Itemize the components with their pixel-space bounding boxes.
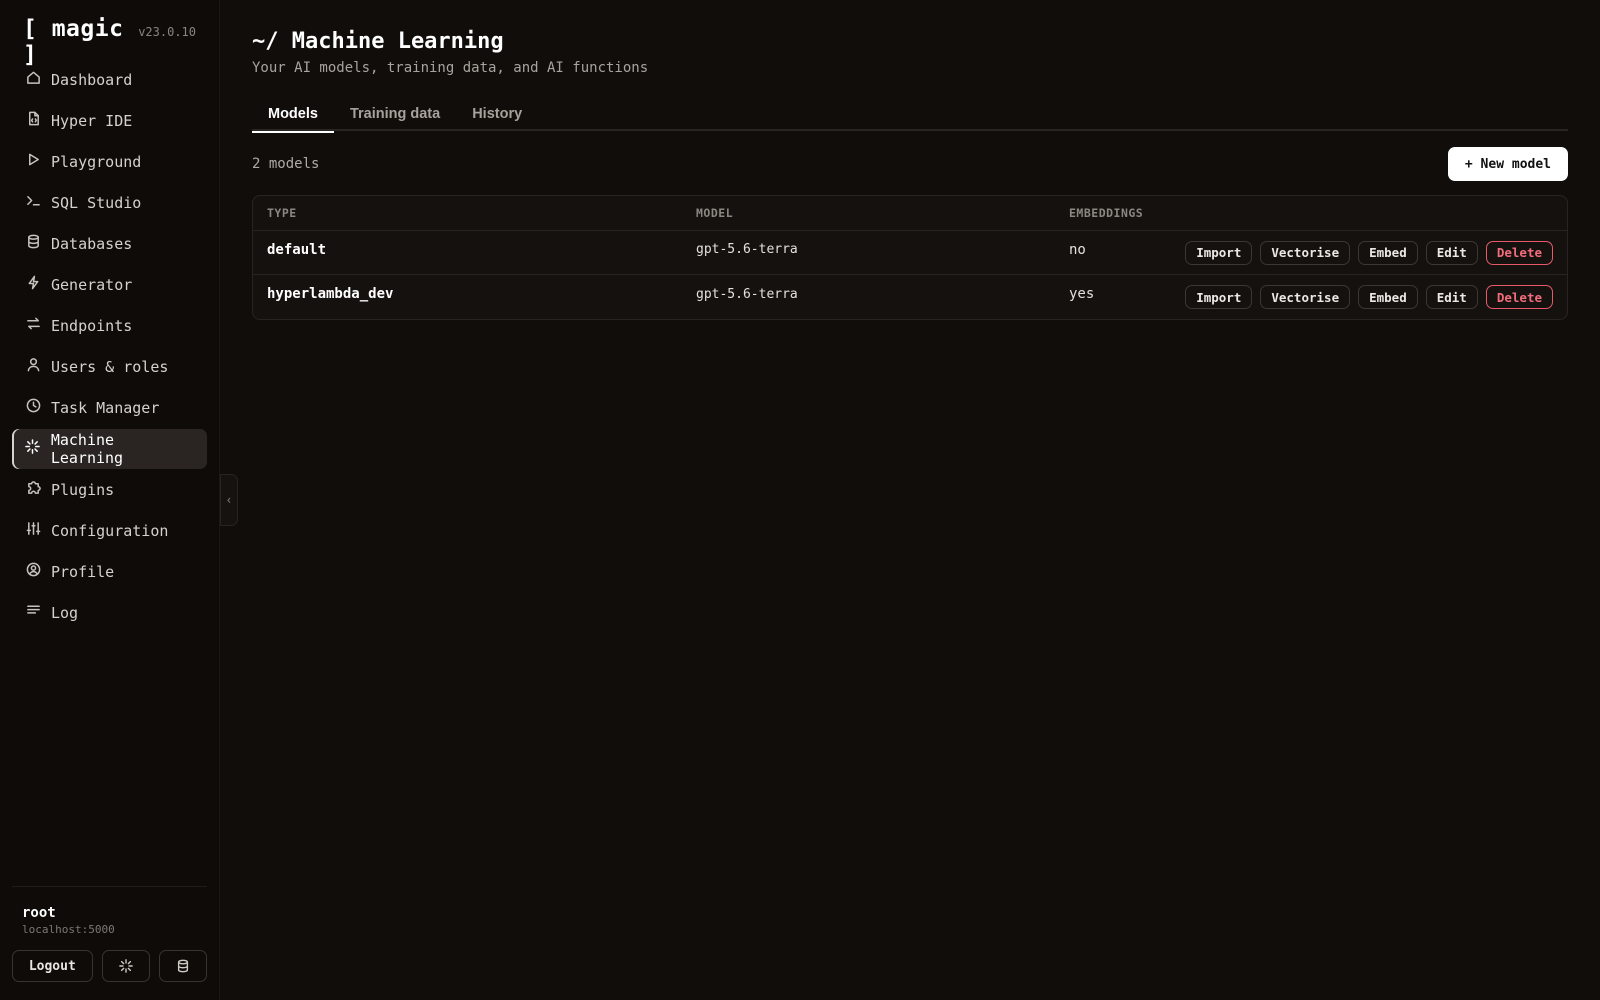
column-header-embeddings[interactable]: EMBEDDINGS xyxy=(1069,206,1178,220)
sidebar-item-label: Dashboard xyxy=(51,71,133,89)
user-circle-icon xyxy=(25,561,41,577)
arrows-exchange-icon xyxy=(25,315,41,331)
current-user: root xyxy=(22,905,56,921)
bolt-icon xyxy=(25,274,41,290)
column-header-model[interactable]: MODEL xyxy=(696,206,1069,220)
sidebar-item-label: Plugins xyxy=(51,481,115,499)
tab-models[interactable]: Models xyxy=(252,96,334,133)
server-host: localhost:5000 xyxy=(22,923,115,936)
sidebar-item-dashboard[interactable]: Dashboard xyxy=(12,60,207,100)
delete-button[interactable]: Delete xyxy=(1485,240,1553,265)
sidebar-item-label: Task Manager xyxy=(51,399,160,417)
sidebar-item-playground[interactable]: Playground xyxy=(12,142,207,182)
chevron-left-icon: ‹ xyxy=(225,493,233,507)
sidebar-footer: root localhost:5000 Logout xyxy=(12,886,207,982)
tab-history[interactable]: History xyxy=(456,96,538,131)
sidebar-item-label: Generator xyxy=(51,276,133,294)
sidebar-nav: Dashboard Hyper IDE Playground SQL Studi… xyxy=(12,60,207,633)
embed-button[interactable]: Embed xyxy=(1358,285,1418,309)
sidebar-item-users-roles[interactable]: Users & roles xyxy=(12,347,207,387)
cell-type: hyperlambda_dev xyxy=(267,286,394,302)
edit-button[interactable]: Edit xyxy=(1425,240,1478,265)
list-lines-icon xyxy=(25,602,41,618)
brand-version: v23.0.10 xyxy=(138,25,196,39)
sparkle-icon xyxy=(118,959,133,973)
model-count: 2 models xyxy=(252,156,320,172)
table-row: default gpt-5.6-terra no Import Vectoris… xyxy=(253,231,1567,275)
sidebar-item-label: Databases xyxy=(51,235,133,253)
brand[interactable]: [ magic ] v23.0.10 xyxy=(12,16,207,68)
sidebar-item-plugins[interactable]: Plugins xyxy=(12,470,207,510)
cell-model: gpt-5.6-terra xyxy=(696,242,798,257)
puzzle-icon xyxy=(25,479,41,495)
sidebar-item-task-manager[interactable]: Task Manager xyxy=(12,388,207,428)
sidebar-item-profile[interactable]: Profile xyxy=(12,552,207,592)
page-subtitle: Your AI models, training data, and AI fu… xyxy=(252,60,649,76)
cell-embeddings: yes xyxy=(1069,286,1095,302)
edit-button[interactable]: Edit xyxy=(1425,285,1478,309)
tab-training-data[interactable]: Training data xyxy=(334,96,456,131)
delete-button[interactable]: Delete xyxy=(1485,285,1553,309)
row-actions: Import Vectorise Embed Edit Delete xyxy=(1178,240,1567,265)
vectorise-button[interactable]: Vectorise xyxy=(1260,240,1351,265)
sidebar: [ magic ] v23.0.10 Dashboard Hyper IDE P… xyxy=(0,0,220,1000)
sidebar-item-configuration[interactable]: Configuration xyxy=(12,511,207,551)
cell-type: default xyxy=(267,241,327,258)
sidebar-item-hyper-ide[interactable]: Hyper IDE xyxy=(12,101,207,141)
models-toolbar: 2 models + New model xyxy=(252,147,1568,181)
sidebar-collapse-toggle[interactable]: ‹ xyxy=(220,474,238,526)
sidebar-item-label: Users & roles xyxy=(51,358,169,376)
new-model-button[interactable]: + New model xyxy=(1447,147,1568,181)
sidebar-item-endpoints[interactable]: Endpoints xyxy=(12,306,207,346)
column-header-type[interactable]: TYPE xyxy=(253,206,696,220)
play-icon xyxy=(25,151,41,167)
database-icon xyxy=(177,959,188,973)
tab-bar: Models Training data History xyxy=(252,96,1568,133)
sidebar-item-machine-learning[interactable]: Machine Learning xyxy=(12,429,207,469)
sidebar-item-label: Machine Learning xyxy=(50,431,124,467)
sidebar-item-label: Configuration xyxy=(51,522,169,540)
row-actions: Import Vectorise Embed Edit Delete xyxy=(1178,285,1567,309)
database-button[interactable] xyxy=(158,950,207,982)
sidebar-item-databases[interactable]: Databases xyxy=(12,224,207,264)
cell-model: gpt-5.6-terra xyxy=(696,286,798,302)
footer-actions: Logout xyxy=(12,950,207,982)
user-icon xyxy=(25,356,41,372)
sidebar-item-log[interactable]: Log xyxy=(12,593,207,633)
sidebar-item-sql-studio[interactable]: SQL Studio xyxy=(12,183,207,223)
cell-embeddings: no xyxy=(1069,241,1086,258)
clock-icon xyxy=(25,397,41,413)
main-content: ~/ Machine Learning Your AI models, trai… xyxy=(220,0,1600,1000)
home-icon xyxy=(25,69,41,85)
sparkle-icon xyxy=(25,438,41,454)
table-row: hyperlambda_dev gpt-5.6-terra yes Import… xyxy=(253,275,1567,319)
sidebar-item-label: Log xyxy=(51,604,79,622)
import-button[interactable]: Import xyxy=(1185,285,1253,309)
sliders-icon xyxy=(25,520,41,536)
vectorise-button[interactable]: Vectorise xyxy=(1260,285,1351,309)
embed-button[interactable]: Embed xyxy=(1358,240,1418,265)
terminal-icon xyxy=(25,192,41,208)
import-button[interactable]: Import xyxy=(1185,240,1253,265)
models-table: TYPE MODEL EMBEDDINGS default gpt-5.6-te… xyxy=(252,195,1568,320)
sidebar-item-generator[interactable]: Generator xyxy=(12,265,207,305)
database-icon xyxy=(25,233,41,249)
logout-button[interactable]: Logout xyxy=(12,950,93,982)
table-header: TYPE MODEL EMBEDDINGS xyxy=(253,196,1567,231)
sidebar-item-label: Playground xyxy=(51,153,142,171)
ai-assistant-button[interactable] xyxy=(101,950,150,982)
code-file-icon xyxy=(25,110,41,126)
app-window: [ magic ] v23.0.10 Dashboard Hyper IDE P… xyxy=(0,0,1600,1000)
sidebar-item-label: Endpoints xyxy=(51,317,133,335)
sidebar-item-label: Hyper IDE xyxy=(51,112,133,130)
page-title: ~/ Machine Learning xyxy=(252,28,504,54)
sidebar-item-label: Profile xyxy=(51,563,115,581)
sidebar-item-label: SQL Studio xyxy=(51,194,142,212)
